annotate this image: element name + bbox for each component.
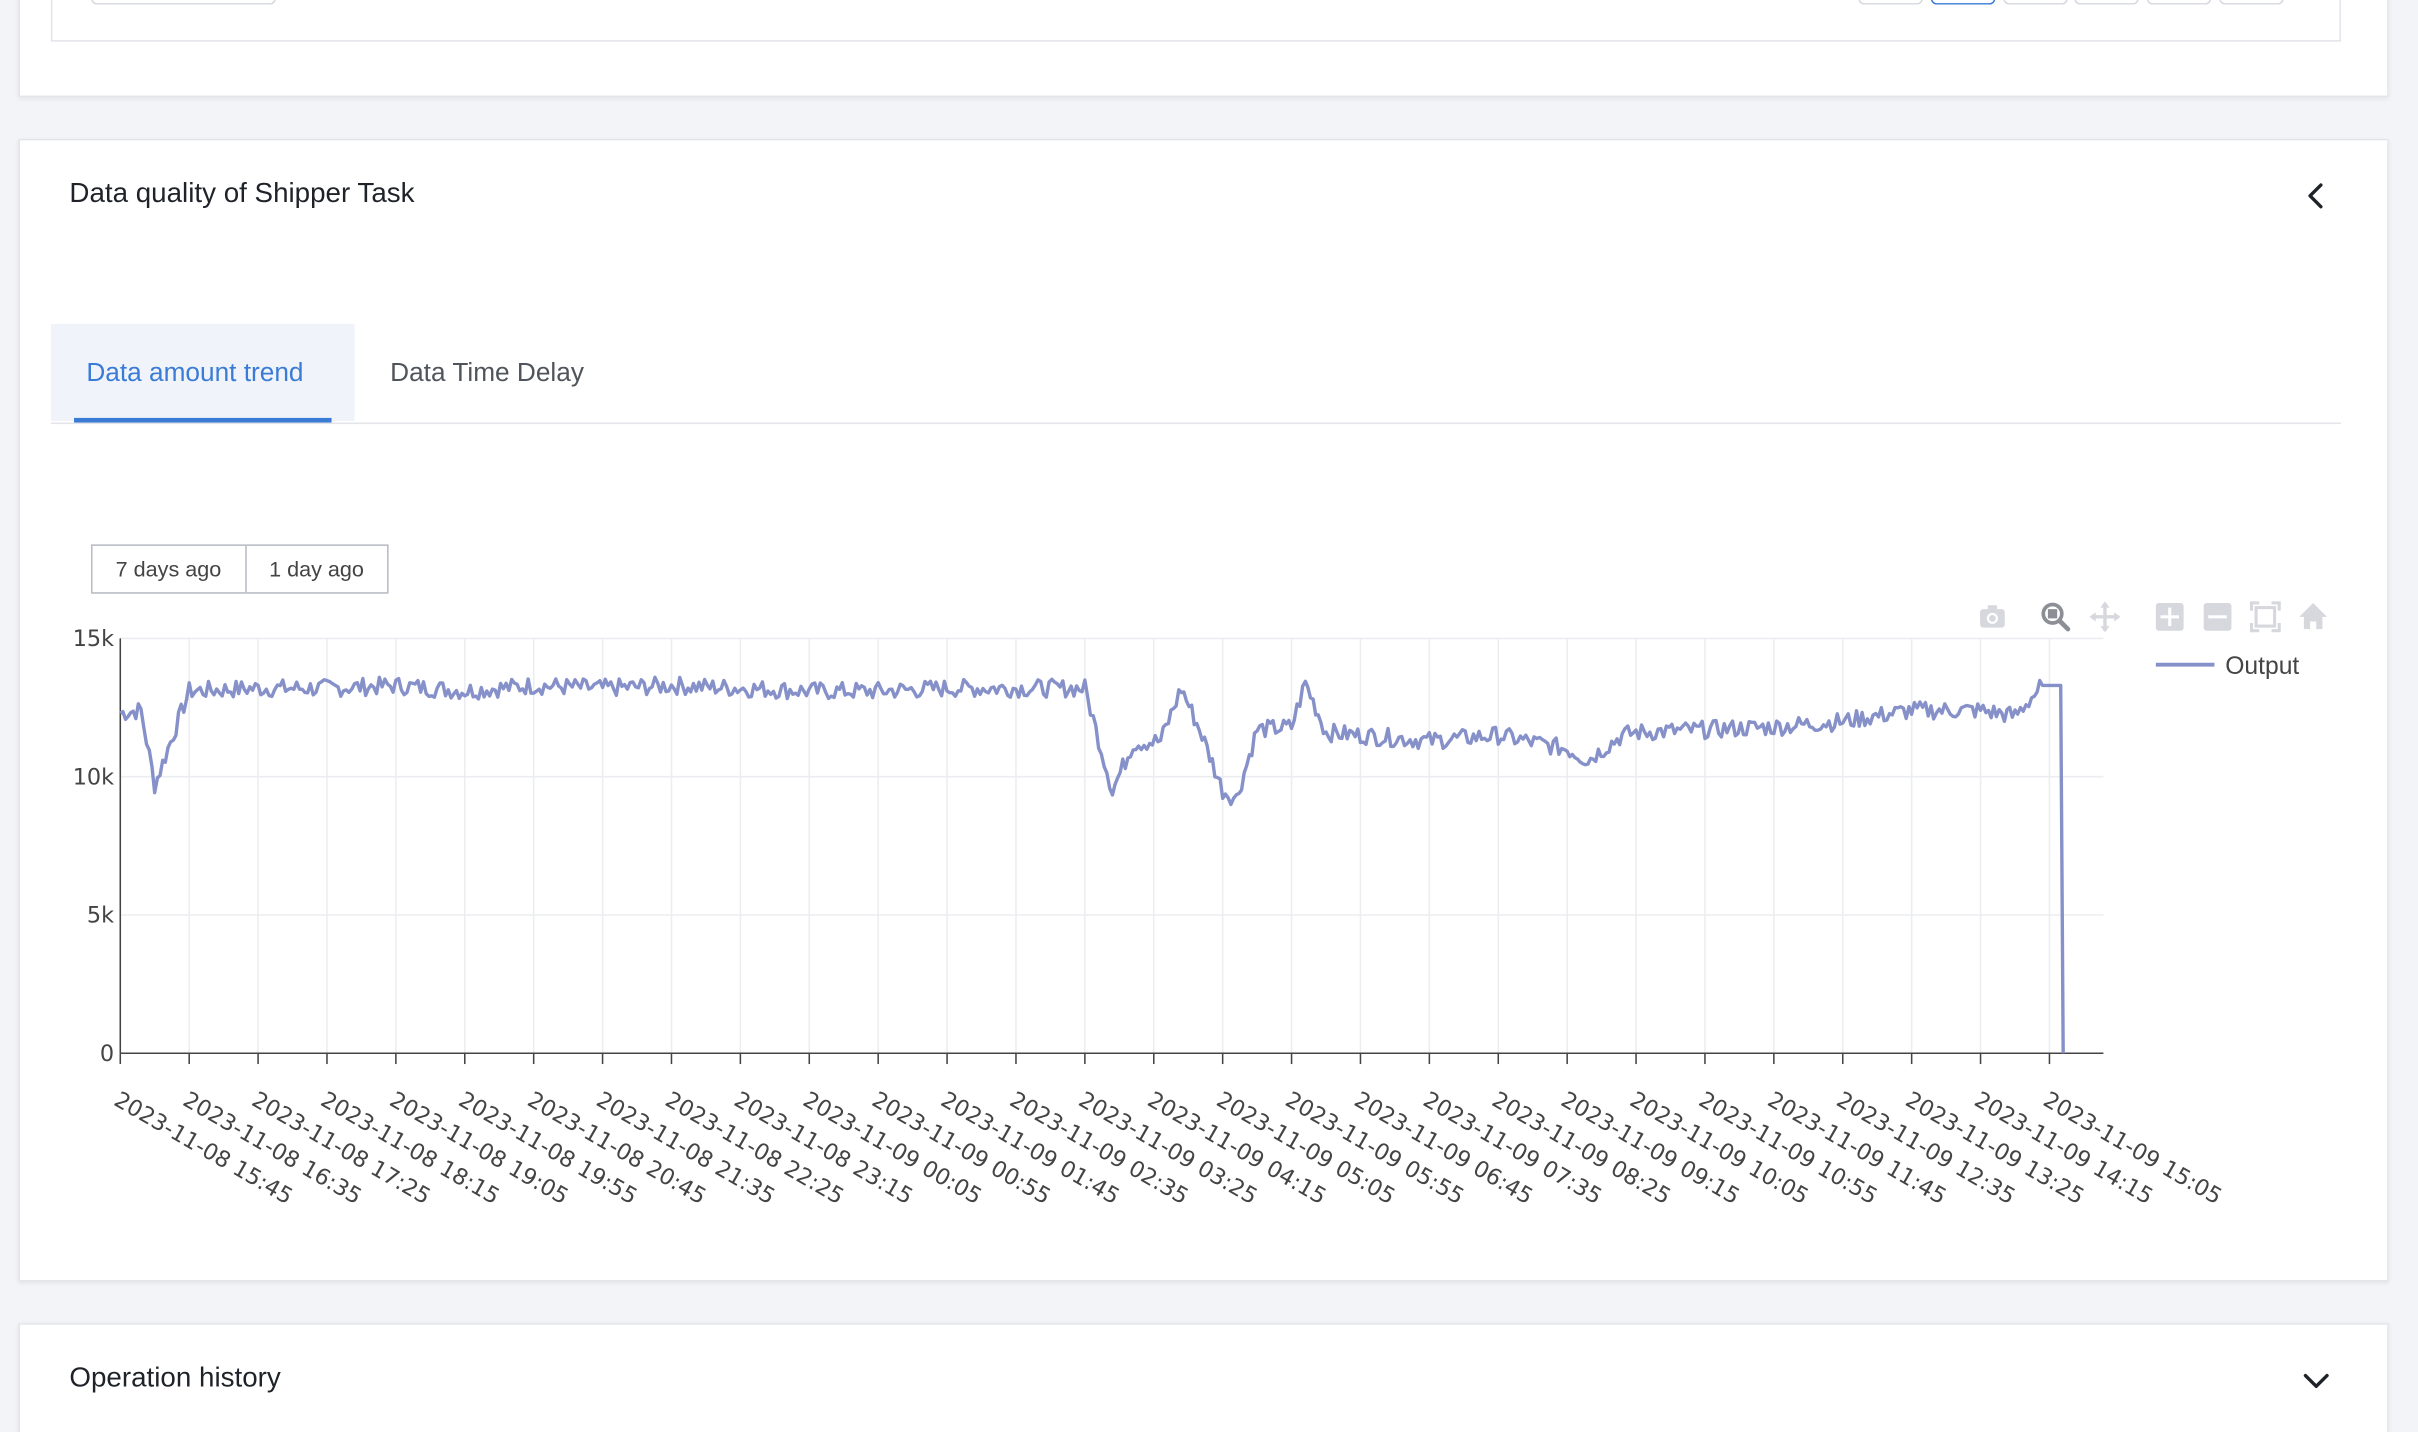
data-amount-chart: 05k10k15k2023-11-08 15:452023-11-08 16:3… <box>73 626 2300 1210</box>
pagination-prev-button[interactable] <box>1858 0 1923 5</box>
pagination-page-button[interactable] <box>2074 0 2139 5</box>
series-line-output <box>119 675 2065 1054</box>
y-tick-label: 5k <box>87 903 114 929</box>
operation-history-panel: Operation history <box>18 1323 2389 1432</box>
data-quality-panel: Data quality of Shipper Task Data amount… <box>18 138 2389 1282</box>
previous-panel <box>18 0 2389 98</box>
y-tick-label: 15k <box>73 626 114 652</box>
y-tick-label: 0 <box>100 1041 114 1067</box>
pagination-page-button[interactable] <box>2003 0 2068 5</box>
y-tick-label: 10k <box>73 764 114 790</box>
legend-label-output: Output <box>2225 653 2299 680</box>
page-root: Data quality of Shipper Task Data amount… <box>0 0 2418 1432</box>
page-size-select[interactable] <box>90 0 277 5</box>
panel-title: Operation history <box>69 1361 281 1393</box>
pagination-page-current[interactable] <box>1930 0 1996 5</box>
chevron-down-icon[interactable] <box>2301 1365 2332 1396</box>
previous-panel-inner <box>50 0 2341 42</box>
pagination-next-button[interactable] <box>2219 0 2284 5</box>
pagination-page-button[interactable] <box>2146 0 2212 5</box>
